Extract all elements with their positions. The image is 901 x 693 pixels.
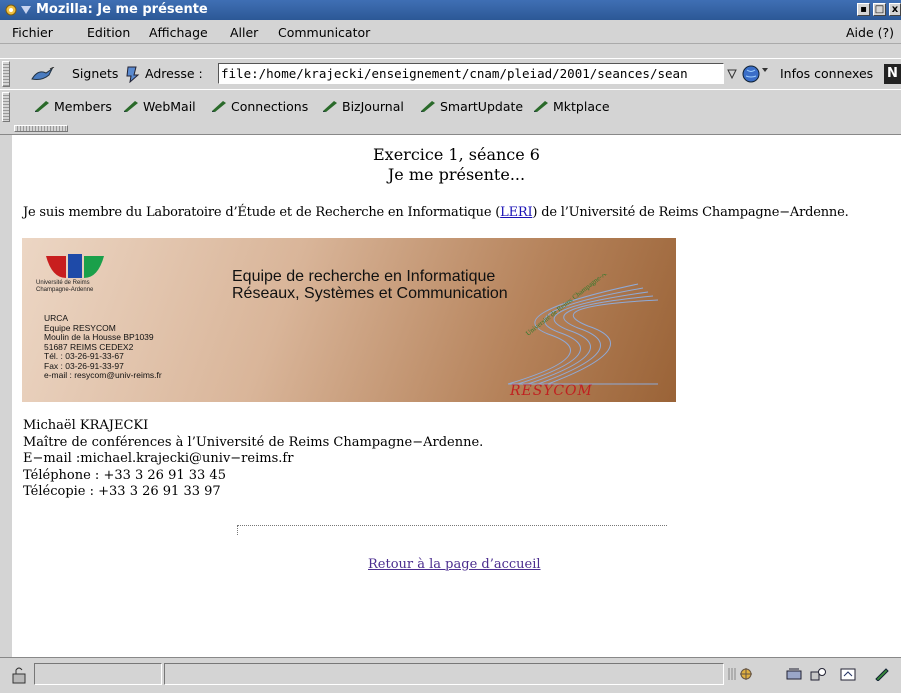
menu-aller[interactable]: Aller [230,25,258,40]
page-content: Exercice 1, séance 6 Je me présente... J… [12,135,901,657]
title-bar: Mozilla: Je me présente ▪ □ x [0,0,901,20]
collapsed-toolbar-strip [0,124,901,135]
bookmark-webmail[interactable]: WebMail [123,99,196,114]
urca-logo-icon [46,254,104,278]
bookmark-connections-label: Connections [231,99,309,114]
window-menu-icon[interactable] [4,3,18,17]
horizontal-rule [237,525,667,526]
bookmark-connections[interactable]: Connections [211,99,308,114]
progress-meter [34,663,162,685]
location-icon[interactable] [124,65,140,83]
news-icon[interactable] [810,667,826,681]
pen-icon [124,101,138,112]
toolbar-grip[interactable] [2,61,10,87]
banner-university: Université de Reims Champagne-Ardenne [36,280,94,293]
pen-icon [421,101,435,112]
edit-pen-icon[interactable] [874,667,890,681]
window-title: Mozilla: Je me présente [36,2,208,17]
netscape-logo[interactable]: N [884,64,901,84]
bookmark-bizjournal[interactable]: BizJournal [322,99,404,114]
pen-icon [323,101,337,112]
back-home-link[interactable]: Retour à la page d’accueil [368,557,541,572]
pen-icon [35,101,49,112]
banner-title-line2: Réseaux, Systèmes et Communication [232,285,508,302]
page-heading: Exercice 1, séance 6 [373,145,540,164]
address-dropdown-icon[interactable] [727,67,737,81]
pen-icon [534,101,548,112]
bookmark-mktplace-label: Mktplace [553,99,610,114]
bookmark-mktplace[interactable]: Mktplace [533,99,610,114]
contact-phone: Téléphone : +33 3 26 91 33 45 [23,467,226,483]
contact-name: Michaël KRAJECKI [23,418,149,433]
contact-fax: Télécopie : +33 3 26 91 33 97 [23,484,221,499]
status-bar [0,657,901,693]
contact-info: Michaël KRAJECKI Maître de conférences à… [23,418,483,501]
pen-icon [212,101,226,112]
bookmark-smartupdate[interactable]: SmartUpdate [420,99,523,114]
bookmark-members-label: Members [54,99,112,114]
bookmarks-label[interactable]: Signets [72,66,118,81]
composer-icon[interactable] [840,667,856,681]
bookmark-bizjournal-label: BizJournal [342,99,404,114]
security-lock-icon[interactable] [10,666,28,684]
related-links-icon[interactable] [742,64,770,84]
menu-edition[interactable]: Edition [87,25,130,40]
personal-toolbar: Members WebMail Connections BizJournal S… [0,89,901,125]
maximize-button[interactable]: □ [873,3,886,16]
banner-address: URCA Equipe RESYCOM Moulin de la Housse … [44,313,162,381]
navigator-icon[interactable] [738,667,754,681]
menu-communicator[interactable]: Communicator [278,25,370,40]
resycom-logo-text: RESYCOM [510,383,593,399]
intro-text-after: ) de l’Université de Reims Champagne−Ard… [532,205,849,220]
bookmarks-icon[interactable] [30,67,56,83]
toolbar-grip[interactable] [2,92,10,122]
horizontal-rule-tick [237,525,238,535]
menu-fichier[interactable]: Fichier [12,25,53,40]
bookmark-smartupdate-label: SmartUpdate [440,99,524,114]
minimize-arrow-icon[interactable] [20,5,32,15]
address-label: Adresse : [145,66,203,81]
resycom-banner-image: Université de Reims Champagne-Ardenne Eq… [22,238,676,402]
bookmark-members[interactable]: Members [34,99,112,114]
related-links-label[interactable]: Infos connexes [780,66,873,81]
menu-aide[interactable]: Aide (?) [846,25,894,40]
address-input[interactable]: file:/home/krajecki/enseignement/cnam/pl… [218,63,724,84]
collapsed-toolbar-tab[interactable] [14,125,68,132]
location-toolbar: Signets Adresse : file:/home/krajecki/en… [0,58,901,90]
minimize-button[interactable]: ▪ [857,3,870,16]
banner-title-line1: Equipe de recherche en Informatique [232,268,496,285]
close-button[interactable]: x [889,3,901,16]
mail-icon[interactable] [786,667,802,681]
contact-email: E−mail :michael.krajecki@univ−reims.fr [23,451,294,466]
bookmark-webmail-label: WebMail [143,99,196,114]
leri-link[interactable]: LERI [500,205,532,220]
banner-address-line: e-mail : resycom@univ-reims.fr [44,370,162,380]
menu-bar: Fichier Edition Affichage Aller Communic… [0,21,901,44]
status-grip-icon [728,668,736,680]
status-text-area [164,663,724,685]
resycom-curve-graphic: Université de Reims Champagne-Ardenne [507,274,659,385]
page-subheading: Je me présente... [387,165,526,184]
menu-affichage[interactable]: Affichage [149,25,208,40]
intro-text-before: Je suis membre du Laboratoire d’Étude et… [23,205,501,220]
content-left-border [0,135,12,657]
banner-title: Equipe de recherche en Informatique Rése… [232,268,508,302]
banner-curve-text: Université de Reims Champagne-Ardenne [524,274,623,338]
contact-position: Maître de conférences à l’Université de … [23,434,484,450]
intro-paragraph: Je suis membre du Laboratoire d’Étude et… [23,205,849,220]
